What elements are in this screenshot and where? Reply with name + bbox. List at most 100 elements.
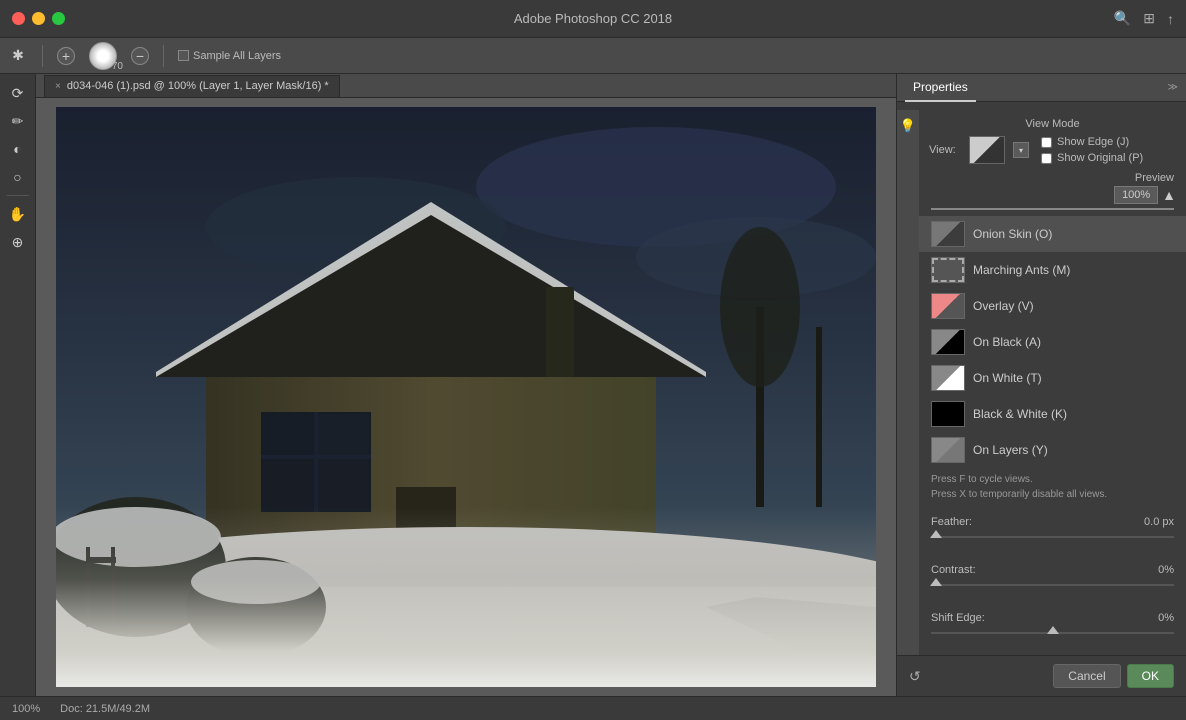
search-icon[interactable]: 🔍: [1114, 10, 1131, 27]
preview-slider[interactable]: [919, 208, 1186, 216]
sub-brush-button[interactable]: −: [131, 47, 149, 65]
view-mode-onion-skin[interactable]: Onion Skin (O): [919, 216, 1186, 252]
reset-button[interactable]: ↺: [909, 668, 921, 685]
panel-body: 💡 View Mode View: ▾: [897, 110, 1186, 655]
feather-label-row: Feather: 0.0 px: [931, 516, 1174, 528]
add-brush-button[interactable]: +: [57, 47, 75, 65]
left-toolbar-separator: [7, 195, 29, 196]
canvas-container[interactable]: [36, 98, 896, 696]
preview-value[interactable]: 100%: [1114, 186, 1158, 204]
section-title-view-mode: View Mode: [919, 114, 1186, 136]
panel-bottom-bar: ↺ Cancel OK: [897, 655, 1186, 696]
minimize-button[interactable]: [32, 12, 45, 25]
overlay-thumb: [931, 293, 965, 319]
view-mode-on-black[interactable]: On Black (A): [919, 324, 1186, 360]
feather-label: Feather:: [931, 516, 972, 528]
zoom-level: 100%: [12, 703, 40, 715]
show-original-checkbox[interactable]: [1041, 153, 1052, 164]
document-tab[interactable]: × d034-046 (1).psd @ 100% (Layer 1, Laye…: [44, 75, 340, 97]
brush-size-indicator: 70: [85, 38, 121, 74]
on-black-label: On Black (A): [973, 335, 1041, 349]
black-white-thumb: [931, 401, 965, 427]
feather-slider-track: [931, 536, 1174, 538]
show-edge-checkbox[interactable]: [1041, 137, 1052, 148]
on-black-thumb-img: [932, 330, 964, 354]
on-layers-thumb: [931, 437, 965, 463]
contrast-slider-track: [931, 584, 1174, 586]
view-mode-list: Onion Skin (O) Marching Ants (M): [919, 216, 1186, 468]
show-original-checkbox-row[interactable]: Show Original (P): [1041, 152, 1143, 164]
maximize-button[interactable]: [52, 12, 65, 25]
canvas-image[interactable]: [56, 107, 876, 687]
panel-tab-bar: Properties ≫: [897, 74, 1186, 102]
main-layout: ⟳ ✏ ◐ ○ ✋ ⊕ × d034-046 (1).psd @ 100% (L…: [0, 74, 1186, 696]
on-black-thumb: [931, 329, 965, 355]
hand-tool[interactable]: ✋: [5, 201, 31, 227]
cancel-button[interactable]: Cancel: [1053, 664, 1120, 688]
feather-section: Feather: 0.0 px: [919, 510, 1186, 558]
arrange-windows-icon[interactable]: ⊞: [1143, 10, 1155, 27]
traffic-lights: [12, 12, 65, 25]
tab-close-icon[interactable]: ×: [55, 81, 61, 92]
preview-slider-fill: [931, 208, 1174, 210]
view-mode-marching-ants[interactable]: Marching Ants (M): [919, 252, 1186, 288]
lasso-tool[interactable]: ⟳: [5, 80, 31, 106]
view-mode-on-white[interactable]: On White (T): [919, 360, 1186, 396]
preview-arrow-up[interactable]: ▲: [1162, 187, 1176, 203]
preview-label: Preview: [1135, 172, 1174, 184]
preview-slider-track[interactable]: [931, 208, 1174, 210]
view-thumbnail[interactable]: [969, 136, 1005, 164]
shift-edge-label-row: Shift Edge: 0%: [931, 612, 1174, 624]
contrast-label-row: Contrast: 0%: [931, 564, 1174, 576]
share-icon[interactable]: ↑: [1167, 11, 1174, 27]
options-toolbar: ✱ + 70 − Sample All Layers: [0, 38, 1186, 74]
contrast-value[interactable]: 0%: [1158, 564, 1174, 576]
zoom-tool[interactable]: ⊕: [5, 229, 31, 255]
panel-expand-icon[interactable]: ≫: [1168, 82, 1178, 93]
shift-edge-value[interactable]: 0%: [1158, 612, 1174, 624]
marching-ants-thumb-img: [932, 258, 964, 282]
on-white-thumb-img: [932, 366, 964, 390]
lightbulb-icon[interactable]: 💡: [900, 118, 916, 134]
hint-text-1: Press F to cycle views.: [931, 472, 1174, 487]
contrast-slider[interactable]: [931, 578, 1174, 592]
on-white-thumb: [931, 365, 965, 391]
feather-value[interactable]: 0.0 px: [1144, 516, 1174, 528]
current-tool-icon: ✱: [8, 47, 28, 64]
close-button[interactable]: [12, 12, 25, 25]
shift-edge-slider[interactable]: [931, 626, 1174, 640]
view-checkboxes: Show Edge (J) Show Original (P): [1041, 136, 1143, 164]
show-original-label: Show Original (P): [1057, 152, 1143, 164]
ok-button[interactable]: OK: [1127, 664, 1174, 688]
dodge-tool[interactable]: ○: [5, 164, 31, 190]
marching-ants-thumb: [931, 257, 965, 283]
title-bar: Adobe Photoshop CC 2018 🔍 ⊞ ↑: [0, 0, 1186, 38]
feather-slider-thumb: [930, 530, 942, 538]
overlay-thumb-img: [932, 294, 964, 318]
title-bar-right: 🔍 ⊞ ↑: [1114, 10, 1174, 27]
contrast-section: Contrast: 0%: [919, 558, 1186, 606]
contrast-label: Contrast:: [931, 564, 976, 576]
sample-all-layers-checkbox[interactable]: [178, 50, 189, 61]
view-mode-on-layers[interactable]: On Layers (Y): [919, 432, 1186, 468]
on-layers-thumb-img: [932, 438, 964, 462]
shift-edge-slider-thumb: [1047, 626, 1059, 634]
canvas-svg: [56, 107, 876, 687]
show-edge-checkbox-row[interactable]: Show Edge (J): [1041, 136, 1143, 148]
panel-main-content: View Mode View: ▾ Show Edge (J): [919, 110, 1186, 655]
shift-edge-section: Shift Edge: 0%: [919, 606, 1186, 654]
properties-tab[interactable]: Properties: [905, 74, 976, 102]
view-mode-overlay[interactable]: Overlay (V): [919, 288, 1186, 324]
shift-edge-slider-track: [931, 632, 1174, 634]
feather-slider[interactable]: [931, 530, 1174, 544]
brush-tool[interactable]: ✏: [5, 108, 31, 134]
black-white-thumb-img: [932, 402, 964, 426]
sample-all-layers-label[interactable]: Sample All Layers: [178, 50, 281, 62]
view-mode-black-white[interactable]: Black & White (K): [919, 396, 1186, 432]
document-tab-bar: × d034-046 (1).psd @ 100% (Layer 1, Laye…: [36, 74, 896, 98]
view-label: View:: [929, 144, 961, 156]
hint-text-area: Press F to cycle views. Press X to tempo…: [919, 468, 1186, 510]
preview-value-row: 100% ▲: [919, 186, 1186, 208]
smudge-tool[interactable]: ◐: [5, 136, 31, 162]
view-dropdown[interactable]: ▾: [1013, 142, 1029, 158]
